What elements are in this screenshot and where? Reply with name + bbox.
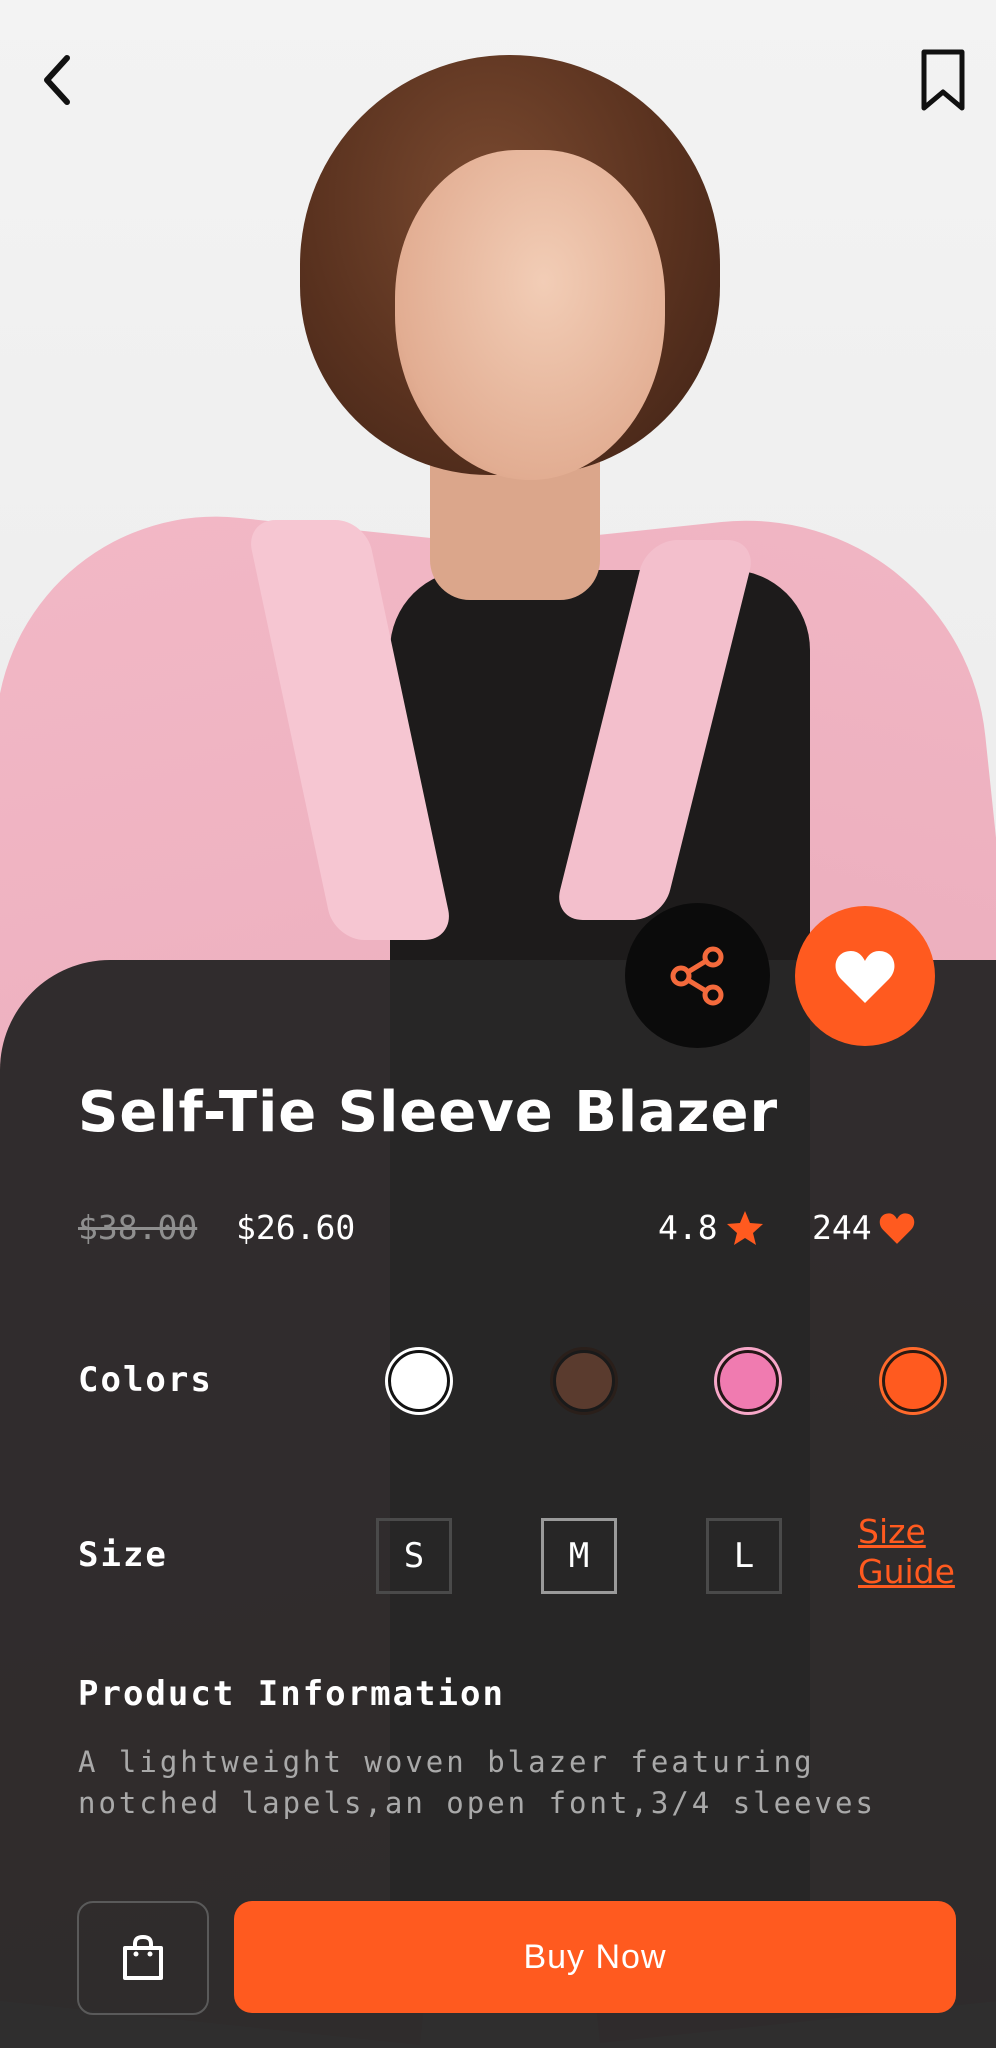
favorite-button[interactable]: [795, 906, 935, 1046]
size-label: Size: [78, 1535, 168, 1575]
color-swatch-white[interactable]: [388, 1350, 450, 1412]
back-button[interactable]: [22, 45, 92, 115]
add-to-bag-button[interactable]: [77, 1901, 209, 2015]
heart-icon: [835, 951, 895, 1003]
bookmark-icon: [921, 49, 965, 111]
heart-icon: [879, 1212, 914, 1244]
size-guide-link[interactable]: Size Guide: [858, 1512, 978, 1592]
star-icon: [726, 1210, 763, 1245]
color-swatch-pink[interactable]: [717, 1350, 779, 1412]
color-swatch-brown[interactable]: [553, 1350, 615, 1412]
rating-value: 4.8: [658, 1208, 718, 1247]
size-option-m[interactable]: M: [541, 1518, 617, 1594]
product-information-heading: Product Information: [78, 1674, 505, 1714]
share-button[interactable]: [625, 903, 770, 1048]
likes-count: 244: [812, 1208, 916, 1247]
product-title: Self-Tie Sleeve Blazer: [78, 1080, 779, 1145]
size-option-s[interactable]: S: [376, 1518, 452, 1594]
face-shape: [395, 150, 665, 480]
likes-value: 244: [812, 1208, 872, 1247]
chevron-left-icon: [44, 55, 70, 105]
share-icon: [670, 946, 723, 1005]
bookmark-button[interactable]: [908, 45, 978, 115]
colors-label: Colors: [78, 1360, 213, 1400]
product-information-text: A lightweight woven blazer featuring not…: [78, 1745, 876, 1820]
sale-price: $26.60: [236, 1208, 356, 1247]
original-price: $38.00: [78, 1208, 198, 1247]
size-option-l[interactable]: L: [706, 1518, 782, 1594]
color-swatch-orange[interactable]: [882, 1350, 944, 1412]
shopping-bag-icon: [123, 1934, 163, 1980]
rating: 4.8: [658, 1208, 764, 1247]
buy-now-button[interactable]: Buy Now: [234, 1901, 956, 2013]
